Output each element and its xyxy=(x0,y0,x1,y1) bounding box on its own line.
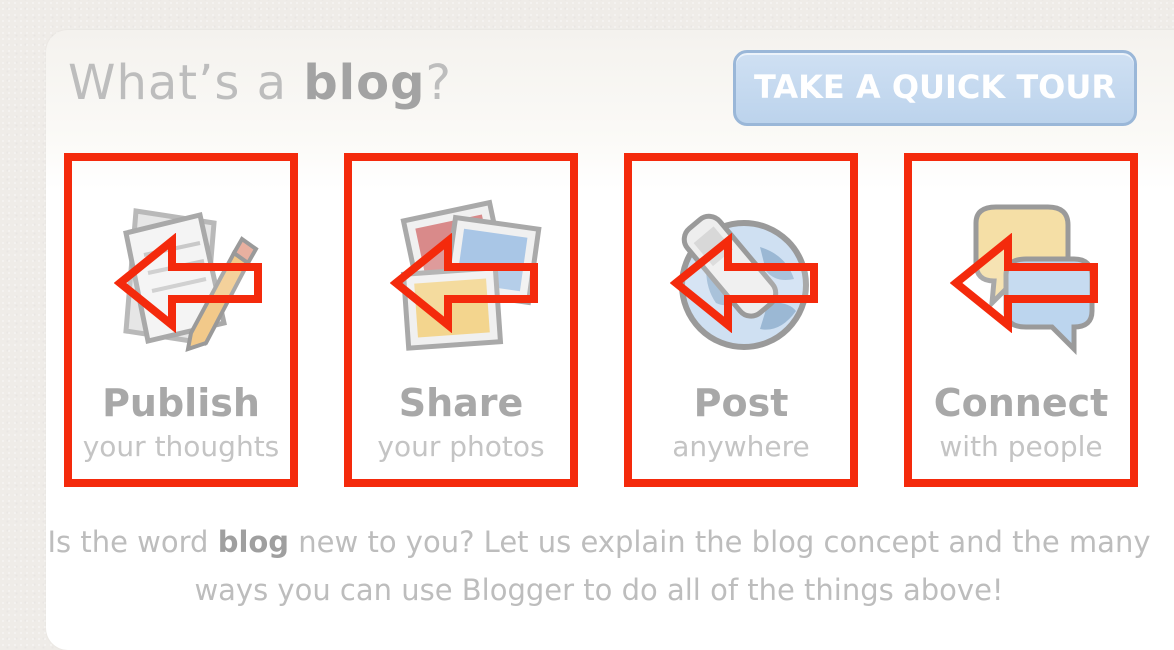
blog-explanation-text: Is the word blog new to you? Let us expl… xyxy=(44,518,1154,614)
title-bold-word: blog xyxy=(303,55,426,111)
feature-share[interactable]: Share your photos xyxy=(344,153,578,487)
feature-title: Connect xyxy=(933,381,1109,425)
page-title: What’s a blog? xyxy=(68,48,452,118)
feature-publish[interactable]: Publish your thoughts xyxy=(64,153,298,487)
left-arrow-annotation-icon xyxy=(114,233,262,333)
desc-bold-word: blog xyxy=(217,525,290,559)
title-prefix: What’s a xyxy=(68,55,304,111)
left-arrow-annotation-icon xyxy=(390,233,538,333)
feature-connect[interactable]: Connect with people xyxy=(904,153,1138,487)
left-arrow-annotation-icon xyxy=(950,233,1098,333)
feature-title: Post xyxy=(693,381,789,425)
feature-title: Share xyxy=(398,381,524,425)
title-suffix: ? xyxy=(425,55,452,111)
take-quick-tour-button[interactable]: TAKE A QUICK TOUR xyxy=(733,50,1137,126)
feature-title: Publish xyxy=(102,381,260,425)
feature-subtitle: your thoughts xyxy=(82,430,280,463)
desc-part1: Is the word xyxy=(47,525,218,559)
feature-subtitle: anywhere xyxy=(672,430,810,463)
left-arrow-annotation-icon xyxy=(670,233,818,333)
feature-post[interactable]: Post anywhere xyxy=(624,153,858,487)
feature-subtitle: with people xyxy=(939,430,1103,463)
desc-part2: new to you? Let us explain the blog conc… xyxy=(194,525,1151,607)
feature-subtitle: your photos xyxy=(377,430,545,463)
